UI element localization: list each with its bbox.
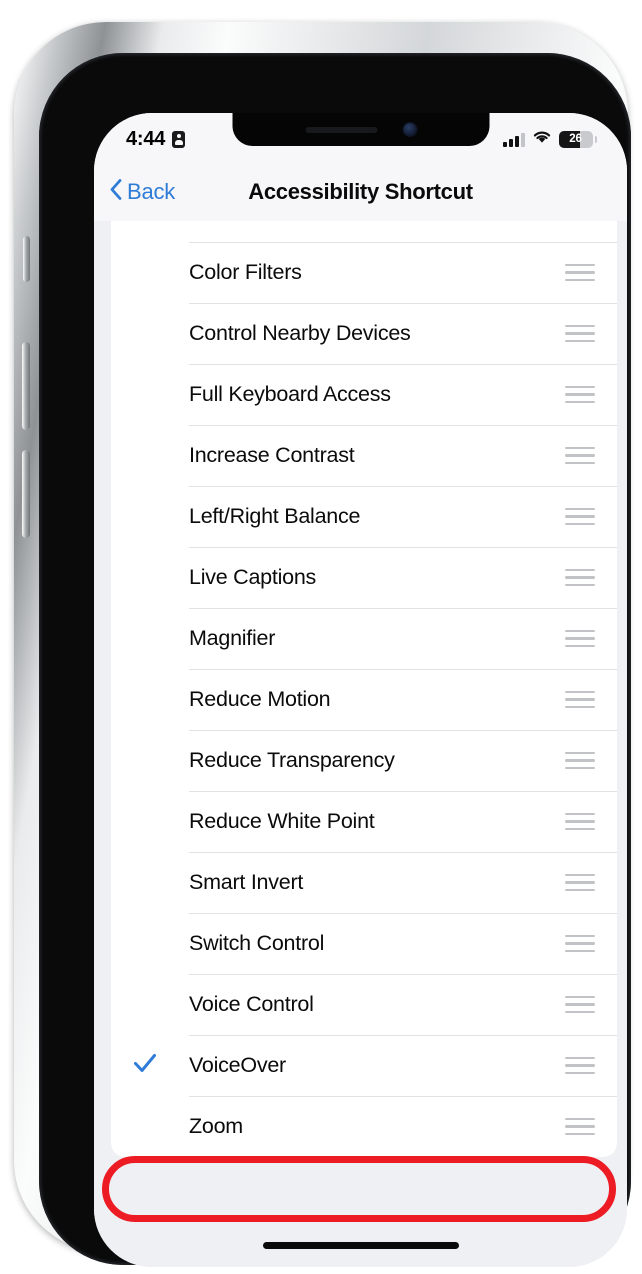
cellular-signal-icon xyxy=(503,132,525,147)
volume-down-button[interactable] xyxy=(22,450,30,538)
list-item-label: Classic Invert xyxy=(189,221,565,224)
list-item[interactable]: Reduce Transparency xyxy=(111,730,617,791)
voiceover-annotation-highlight xyxy=(102,1156,616,1222)
list-item-label: Smart Invert xyxy=(189,870,304,894)
list-item-label: Reduce Motion xyxy=(189,687,331,711)
earpiece-speaker-icon xyxy=(305,126,377,133)
list-item[interactable]: Control Nearby Devices xyxy=(111,303,617,364)
list-item[interactable]: Live Captions xyxy=(111,547,617,608)
reorder-handle-icon[interactable] xyxy=(565,385,595,404)
chevron-left-icon xyxy=(110,179,122,205)
back-label: Back xyxy=(127,179,176,204)
list-item[interactable]: Magnifier xyxy=(111,608,617,669)
reorder-handle-icon[interactable] xyxy=(565,568,595,587)
reorder-handle-icon[interactable] xyxy=(565,812,595,831)
status-time: 4:44 xyxy=(126,127,166,150)
device-notch xyxy=(232,113,489,146)
list-item[interactable]: Zoom xyxy=(111,1096,617,1157)
list-item[interactable]: Classic Invert xyxy=(111,221,617,242)
list-item-label: Increase Contrast xyxy=(189,443,355,467)
reorder-handle-icon[interactable] xyxy=(565,995,595,1014)
navigation-bar: Back Accessibility Shortcut xyxy=(94,163,627,221)
list-item[interactable]: Switch Control xyxy=(111,913,617,974)
reorder-handle-icon[interactable] xyxy=(565,690,595,709)
status-bar-left: 4:44 xyxy=(126,127,186,151)
reorder-handle-icon[interactable] xyxy=(565,934,595,953)
list-item-label: Color Filters xyxy=(189,260,302,284)
selection-checkmark-slot xyxy=(133,1052,189,1079)
phone-bezel: 4:44 26 Back Accessibility Shortcut Colo… xyxy=(39,53,631,1267)
list-item-label: Control Nearby Devices xyxy=(189,321,411,345)
reorder-handle-icon[interactable] xyxy=(565,446,595,465)
list-item[interactable]: Left/Right Balance xyxy=(111,486,617,547)
reorder-handle-icon[interactable] xyxy=(565,751,595,770)
list-item[interactable]: Reduce Motion xyxy=(111,669,617,730)
list-item[interactable]: Color Filters xyxy=(111,242,617,303)
list-item[interactable]: Smart Invert xyxy=(111,852,617,913)
phone-screen: 4:44 26 Back Accessibility Shortcut Colo… xyxy=(94,113,627,1267)
accessibility-shortcut-list: Classic Invert Color Filters Control Nearb… xyxy=(111,221,617,1157)
list-item-label: Zoom xyxy=(189,1114,243,1138)
reorder-handle-icon[interactable] xyxy=(565,1056,595,1075)
front-camera-icon xyxy=(403,123,416,136)
list-item-label: Reduce Transparency xyxy=(189,748,395,772)
list-item-label: Live Captions xyxy=(189,565,317,589)
list-item[interactable]: Increase Contrast xyxy=(111,425,617,486)
volume-up-button[interactable] xyxy=(22,342,30,430)
checkmark-icon xyxy=(133,1052,157,1079)
status-bar-right: 26 xyxy=(503,129,597,149)
home-indicator[interactable] xyxy=(262,1242,459,1249)
list-item-label: Reduce White Point xyxy=(189,809,375,833)
screenshot-stage: 4:44 26 Back Accessibility Shortcut Colo… xyxy=(0,0,642,1274)
reorder-handle-icon[interactable] xyxy=(565,1117,595,1136)
wifi-icon xyxy=(532,129,552,149)
battery-icon: 26 xyxy=(559,130,597,148)
settings-scroll-area[interactable]: Classic Invert Color Filters Control Nearb… xyxy=(94,221,627,1267)
list-item-label: Switch Control xyxy=(189,931,325,955)
reorder-handle-icon[interactable] xyxy=(565,324,595,343)
reorder-handle-icon[interactable] xyxy=(565,507,595,526)
list-item[interactable]: Reduce White Point xyxy=(111,791,617,852)
list-item[interactable]: VoiceOver xyxy=(111,1035,617,1096)
reorder-handle-icon[interactable] xyxy=(565,873,595,892)
mute-switch-button[interactable] xyxy=(23,236,30,282)
phone-frame: 4:44 26 Back Accessibility Shortcut Colo… xyxy=(14,22,631,1267)
list-item[interactable]: Full Keyboard Access xyxy=(111,364,617,425)
reorder-handle-icon[interactable] xyxy=(565,263,595,282)
battery-percent: 26 xyxy=(569,133,582,145)
list-item-label: Left/Right Balance xyxy=(189,504,361,528)
list-item-label: Magnifier xyxy=(189,626,276,650)
list-item-label: Full Keyboard Access xyxy=(189,382,391,406)
list-item[interactable]: Voice Control xyxy=(111,974,617,1035)
list-item-label: Voice Control xyxy=(189,992,314,1016)
back-button[interactable]: Back xyxy=(110,179,175,205)
list-item-label: VoiceOver xyxy=(189,1053,286,1077)
app-badge-icon xyxy=(172,130,186,148)
reorder-handle-icon[interactable] xyxy=(565,629,595,648)
